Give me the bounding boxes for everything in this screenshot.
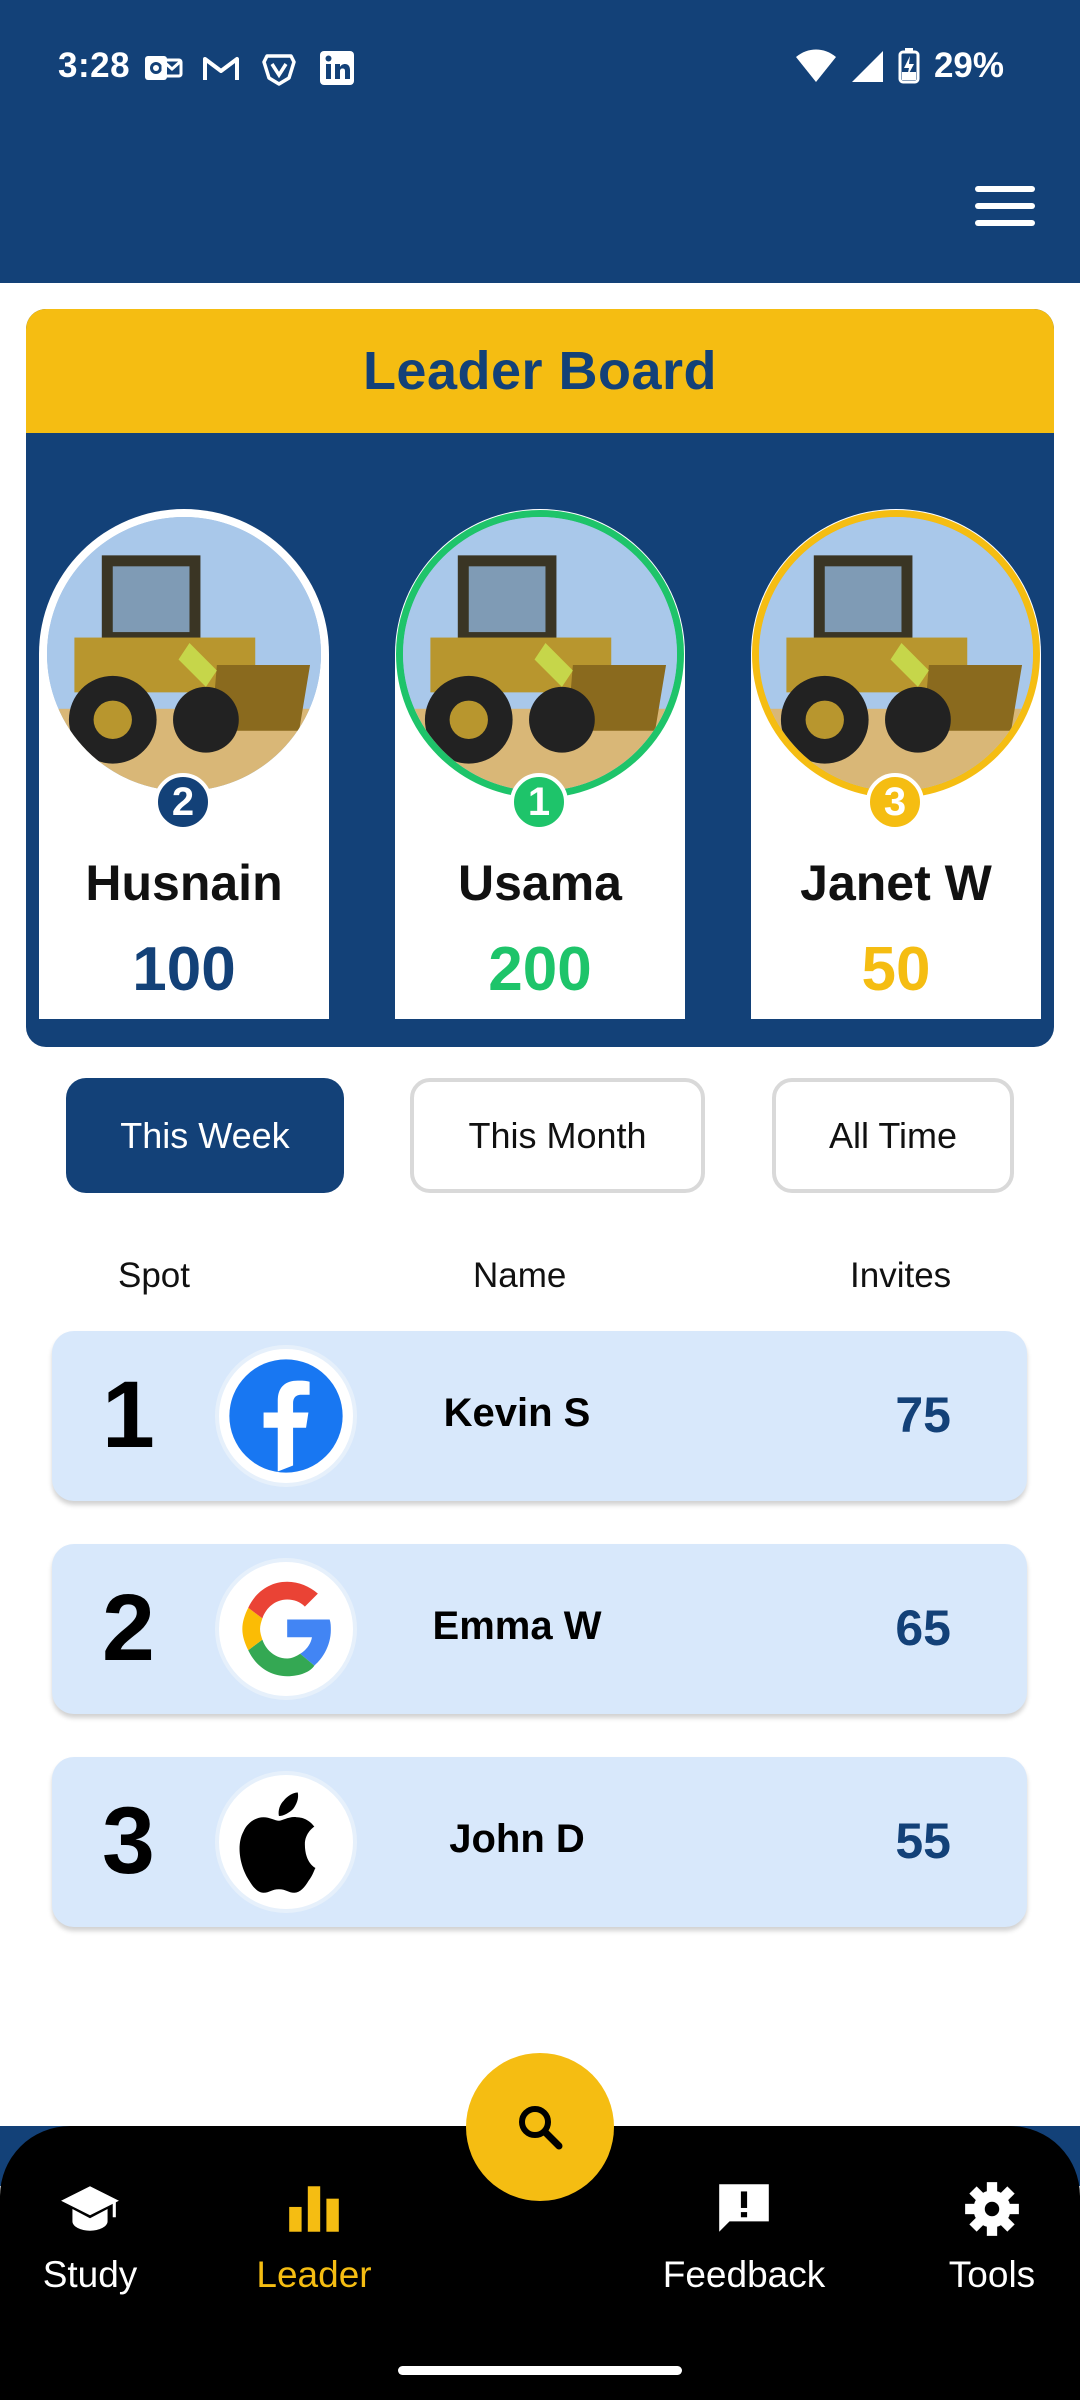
nav-item-feedback[interactable]: Feedback — [644, 2178, 844, 2296]
bar-chart-icon — [289, 2186, 339, 2232]
google-icon — [215, 1558, 357, 1700]
podium-first[interactable]: 1 Usama 200 — [395, 509, 685, 1019]
header-invites: Invites — [850, 1256, 952, 1295]
search-icon — [519, 2106, 563, 2150]
outlook-icon — [143, 50, 183, 86]
status-right: 29% — [795, 46, 1004, 86]
nav-label-leader: Leader — [256, 2254, 372, 2295]
row-name: John D — [449, 1817, 585, 1861]
filter-all-time-button[interactable]: All Time — [772, 1078, 1014, 1193]
rank-badge: 2 — [154, 773, 212, 831]
row-spot: 2 — [102, 1575, 155, 1681]
gmail-icon — [201, 50, 241, 86]
graduation-cap-icon — [61, 2186, 119, 2231]
filter-this-month-button[interactable]: This Month — [410, 1078, 705, 1193]
podium-name: Usama — [458, 855, 622, 911]
rank-badge: 1 — [510, 773, 568, 831]
podium-name: Janet W — [800, 855, 992, 911]
leaderboard-header: Leader Board — [26, 309, 1054, 433]
brave-icon — [259, 50, 299, 86]
filter-this-week-button[interactable]: This Week — [66, 1078, 344, 1193]
row-invites: 75 — [895, 1387, 951, 1443]
table-row[interactable]: 3 John D 55 — [52, 1757, 1027, 1927]
podium-score: 200 — [488, 935, 592, 1004]
row-name: Emma W — [432, 1604, 602, 1648]
nav-item-tools[interactable]: Tools — [892, 2178, 1080, 2296]
podium-second[interactable]: 2 Husnain 100 — [39, 509, 329, 1019]
row-invites: 65 — [895, 1600, 951, 1656]
nav-label-tools: Tools — [948, 2254, 1036, 2295]
avatar — [396, 510, 684, 798]
hamburger-menu-icon[interactable] — [975, 186, 1039, 234]
linkedin-icon — [317, 50, 357, 86]
battery-percent: 29% — [933, 46, 1004, 85]
battery-charging-icon — [898, 48, 920, 84]
podium-score: 100 — [132, 935, 236, 1004]
app-header: 3:28 29% — [0, 0, 1080, 283]
status-bar: 3:28 29% — [0, 0, 1080, 135]
nav-item-leader[interactable]: Leader — [214, 2178, 414, 2296]
facebook-icon — [215, 1345, 357, 1487]
leaderboard-title: Leader Board — [362, 341, 718, 401]
gear-icon — [965, 2182, 1019, 2236]
feedback-icon — [719, 2184, 769, 2232]
row-spot: 1 — [102, 1362, 155, 1468]
avatar — [752, 510, 1040, 798]
search-button[interactable] — [466, 2053, 614, 2201]
nav-label-study: Study — [42, 2254, 138, 2295]
table-row[interactable]: 2 Emma W 65 — [52, 1544, 1027, 1714]
cell-signal-icon — [851, 51, 883, 82]
notification-icons — [143, 50, 357, 86]
header-name: Name — [473, 1256, 567, 1295]
header-spot: Spot — [118, 1256, 190, 1295]
podium-third[interactable]: 3 Janet W 50 — [751, 509, 1041, 1019]
leaderboard-card: Leader Board 2 Husnain 100 1 Usama 200 3… — [26, 309, 1054, 1047]
nav-item-study[interactable]: Study — [0, 2178, 190, 2296]
home-indicator[interactable] — [398, 2366, 682, 2375]
podium-score: 50 — [861, 935, 931, 1004]
row-name: Kevin S — [443, 1391, 591, 1435]
table-row[interactable]: 1 Kevin S 75 — [52, 1331, 1027, 1501]
wifi-icon — [795, 49, 836, 82]
avatar — [40, 510, 328, 798]
apple-icon — [215, 1771, 357, 1913]
status-time: 3:28 — [58, 46, 131, 85]
rank-badge: 3 — [866, 773, 924, 831]
row-invites: 55 — [895, 1813, 951, 1869]
nav-label-feedback: Feedback — [662, 2254, 826, 2295]
row-spot: 3 — [102, 1788, 155, 1894]
podium-name: Husnain — [85, 855, 283, 911]
